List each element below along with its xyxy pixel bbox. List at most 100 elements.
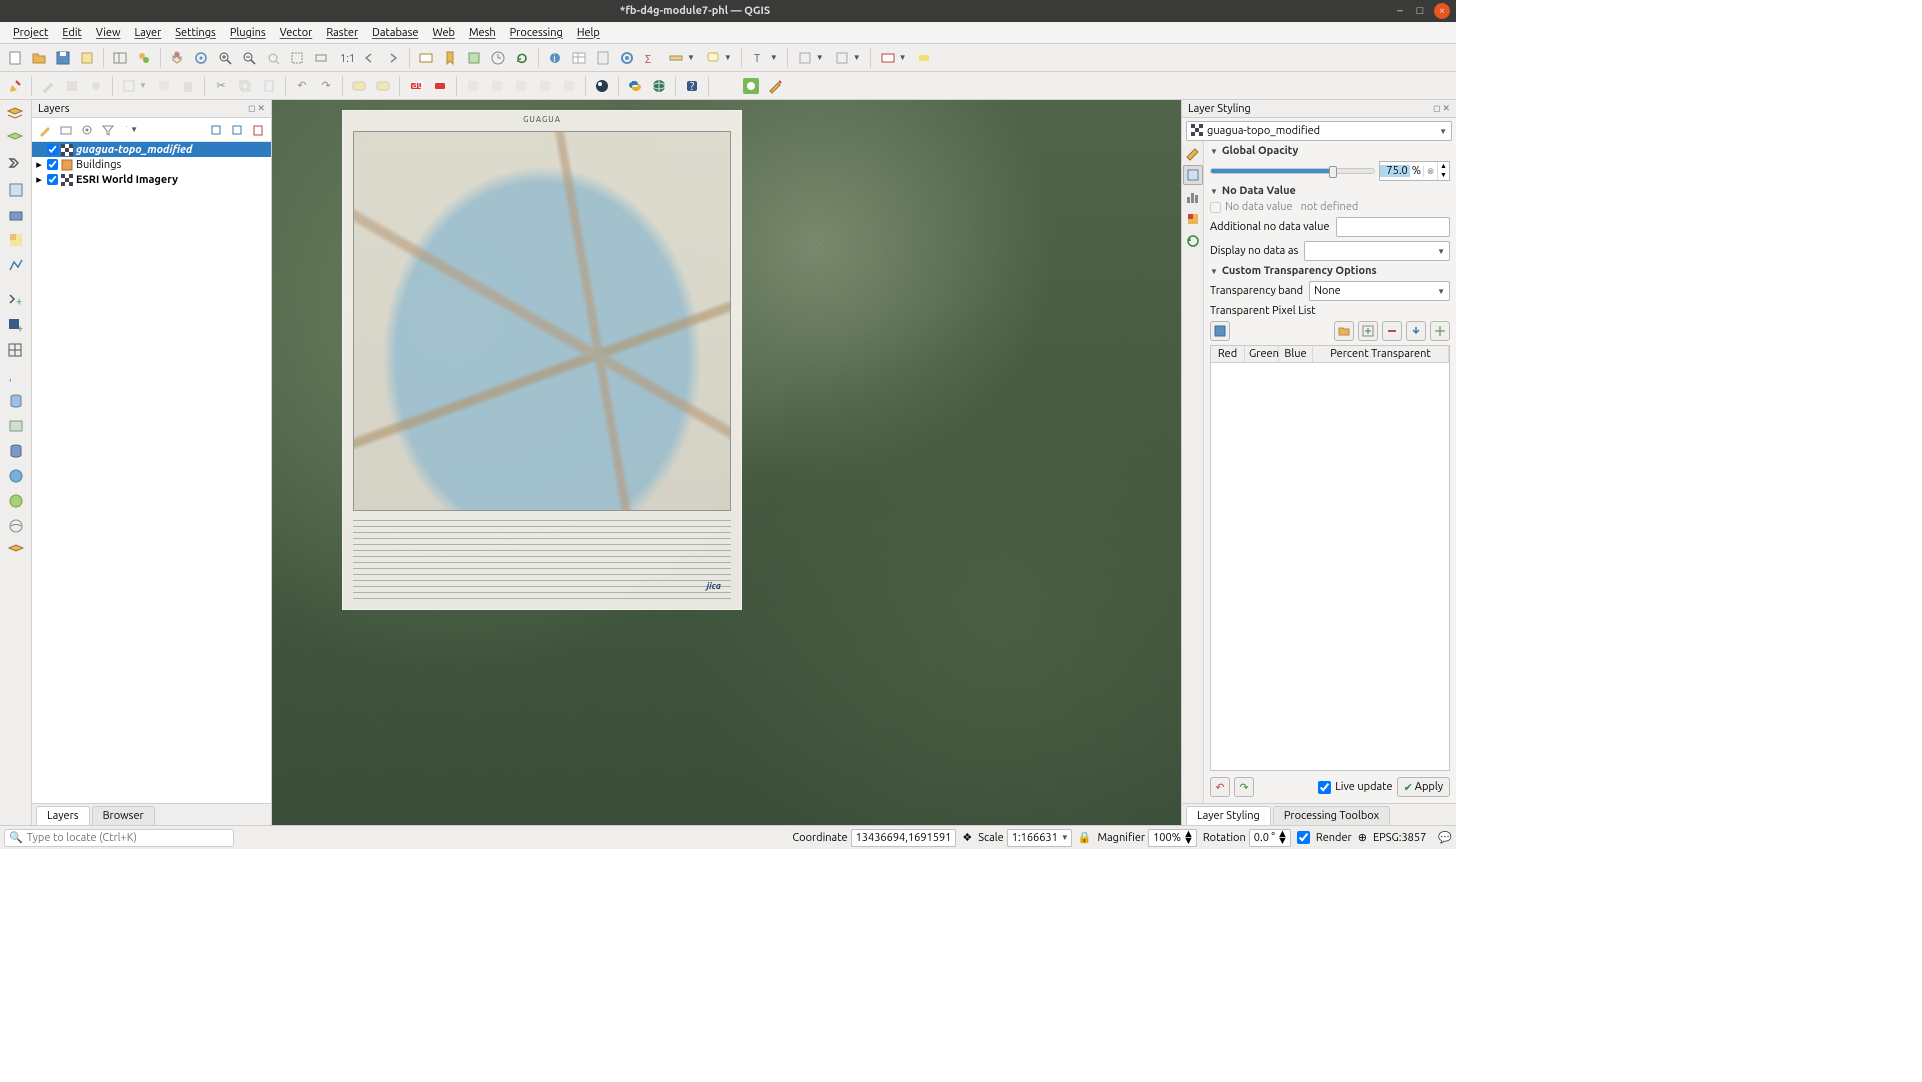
identify-features-button[interactable]: i (544, 47, 566, 69)
window-close-button[interactable]: × (1434, 3, 1450, 19)
add-raster-icon[interactable] (3, 229, 29, 251)
menu-view[interactable]: View (89, 24, 128, 42)
window-maximize-button[interactable]: □ (1412, 3, 1428, 19)
new-shapefile-icon[interactable] (3, 154, 29, 176)
layer-row-buildings[interactable]: ▸ Buildings (32, 157, 271, 172)
no-selection-button[interactable]: ▼ (793, 47, 828, 69)
help-icon[interactable]: ? (681, 75, 703, 97)
rot-spinbox[interactable]: 0.0 °▲▼ (1249, 829, 1291, 847)
menu-settings[interactable]: Settings (168, 24, 223, 42)
osm-red-icon[interactable] (429, 75, 451, 97)
undo-button[interactable]: ↶ (291, 75, 313, 97)
undo-style-button[interactable]: ↶ (1210, 777, 1230, 797)
extents-icon[interactable]: ❖ (962, 831, 972, 844)
styling-layer-combo[interactable]: guagua-topo_modified ▼ (1186, 121, 1452, 141)
toolbox-button[interactable] (616, 47, 638, 69)
add-postgis-icon[interactable] (3, 440, 29, 462)
new-map-view-button[interactable] (415, 47, 437, 69)
add-mesh-layer-icon[interactable] (3, 340, 29, 362)
crs-icon[interactable]: ⊕ (1358, 831, 1367, 844)
opacity-slider[interactable] (1210, 168, 1375, 174)
styling-panel-close-icon[interactable]: ✕ (1442, 103, 1450, 114)
zoom-last-button[interactable] (358, 47, 380, 69)
menu-mesh[interactable]: Mesh (462, 24, 503, 42)
tpl-open-icon[interactable] (1334, 321, 1354, 341)
messages-icon[interactable]: 💬 (1438, 831, 1452, 844)
add-vector-tile-icon[interactable] (3, 540, 29, 562)
coord-value[interactable]: 13436694,1691591 (851, 829, 957, 847)
plugin-1-icon[interactable] (462, 75, 484, 97)
tab-layer-styling[interactable]: Layer Styling (1186, 806, 1271, 825)
layer-visibility-checkbox[interactable] (47, 174, 58, 185)
plugin-4-icon[interactable] (534, 75, 556, 97)
measure-button[interactable]: ▼ (664, 47, 699, 69)
redo-style-button[interactable]: ↷ (1234, 777, 1254, 797)
window-minimize-button[interactable]: – (1392, 3, 1408, 19)
select-by-location-button[interactable] (913, 47, 935, 69)
menu-project[interactable]: Project (6, 24, 55, 42)
show-spatial-bookmarks-button[interactable] (463, 47, 485, 69)
open-field-calculator-button[interactable] (592, 47, 614, 69)
statistical-summary-button[interactable]: Σ (640, 47, 662, 69)
style-manager-button[interactable] (133, 47, 155, 69)
tpl-import-icon[interactable] (1406, 321, 1426, 341)
tpl-pick-icon[interactable] (1430, 321, 1450, 341)
map-canvas[interactable]: GUAGUA jica (272, 100, 1181, 825)
open-project-button[interactable] (28, 47, 50, 69)
zoom-full-button[interactable] (262, 47, 284, 69)
open-attribute-table-button[interactable] (568, 47, 590, 69)
delete-selected-button[interactable] (177, 75, 199, 97)
plugin-5-icon[interactable] (558, 75, 580, 97)
apply-button[interactable]: ✔Apply (1397, 777, 1450, 797)
python-console-button[interactable] (624, 75, 646, 97)
add-group-icon[interactable] (57, 119, 75, 141)
expand-all-icon[interactable] (207, 119, 225, 141)
deselect-all-button[interactable]: ▼ (830, 47, 865, 69)
toggle-editing-button[interactable] (37, 75, 59, 97)
history-tab-icon[interactable] (1183, 231, 1203, 251)
plugin-green-icon[interactable] (740, 75, 762, 97)
crs-label[interactable]: EPSG:3857 (1373, 832, 1426, 844)
layers-panel-close-icon[interactable]: ✕ (257, 103, 265, 114)
remove-layer-icon[interactable] (249, 119, 267, 141)
select-by-form-button[interactable]: ▼ (876, 47, 911, 69)
render-checkbox[interactable] (1297, 831, 1310, 844)
add-vector-layer-icon[interactable]: + (3, 290, 29, 312)
plugin-3-icon[interactable] (510, 75, 532, 97)
opacity-input[interactable] (1380, 165, 1410, 177)
tab-processing-toolbox[interactable]: Processing Toolbox (1273, 806, 1390, 825)
text-annotation-button[interactable]: T▼ (747, 47, 782, 69)
locator-input[interactable] (27, 832, 229, 844)
layer-row-esri[interactable]: ▸ ESRI World Imagery (32, 172, 271, 187)
add-xyz-icon[interactable] (3, 515, 29, 537)
opacity-spinbox[interactable]: % ⊗ ▲▼ (1379, 161, 1450, 181)
rendering-tab-icon[interactable] (1183, 209, 1203, 229)
diagram-toolbar-icon[interactable] (372, 75, 394, 97)
nodata-header[interactable]: No Data Value (1210, 185, 1450, 197)
menu-edit[interactable]: Edit (55, 24, 89, 42)
add-wms-icon[interactable] (3, 465, 29, 487)
vertex-tool-button[interactable] (153, 75, 175, 97)
transparent-pixel-table[interactable]: Red Green Blue Percent Transparent (1210, 345, 1450, 771)
histogram-tab-icon[interactable] (1183, 187, 1203, 207)
add-wfs-icon[interactable] (3, 490, 29, 512)
current-edits-button[interactable] (4, 75, 26, 97)
tband-combo[interactable]: None▼ (1309, 281, 1450, 301)
save-layer-edits-button[interactable] (61, 75, 83, 97)
zoom-to-selection-button[interactable] (286, 47, 308, 69)
add-raster-layer-icon[interactable]: + (3, 315, 29, 337)
menu-database[interactable]: Database (365, 24, 425, 42)
copy-features-button[interactable] (234, 75, 256, 97)
paste-features-button[interactable] (258, 75, 280, 97)
mag-spinbox[interactable]: 100%▲▼ (1148, 829, 1197, 847)
lock-scale-icon[interactable]: 🔒 (1078, 831, 1092, 844)
layers-panel-dock-icon[interactable]: ◻ (248, 103, 255, 114)
styling-panel-dock-icon[interactable]: ◻ (1433, 103, 1440, 114)
temporal-controller-button[interactable] (487, 47, 509, 69)
tab-layers[interactable]: Layers (36, 806, 90, 825)
new-spatial-bookmark-button[interactable] (439, 47, 461, 69)
plugin-pencil-icon[interactable] (764, 75, 786, 97)
add-feature-button[interactable] (85, 75, 107, 97)
spinbox-clear-icon[interactable]: ⊗ (1423, 166, 1437, 177)
save-project-button[interactable] (52, 47, 74, 69)
